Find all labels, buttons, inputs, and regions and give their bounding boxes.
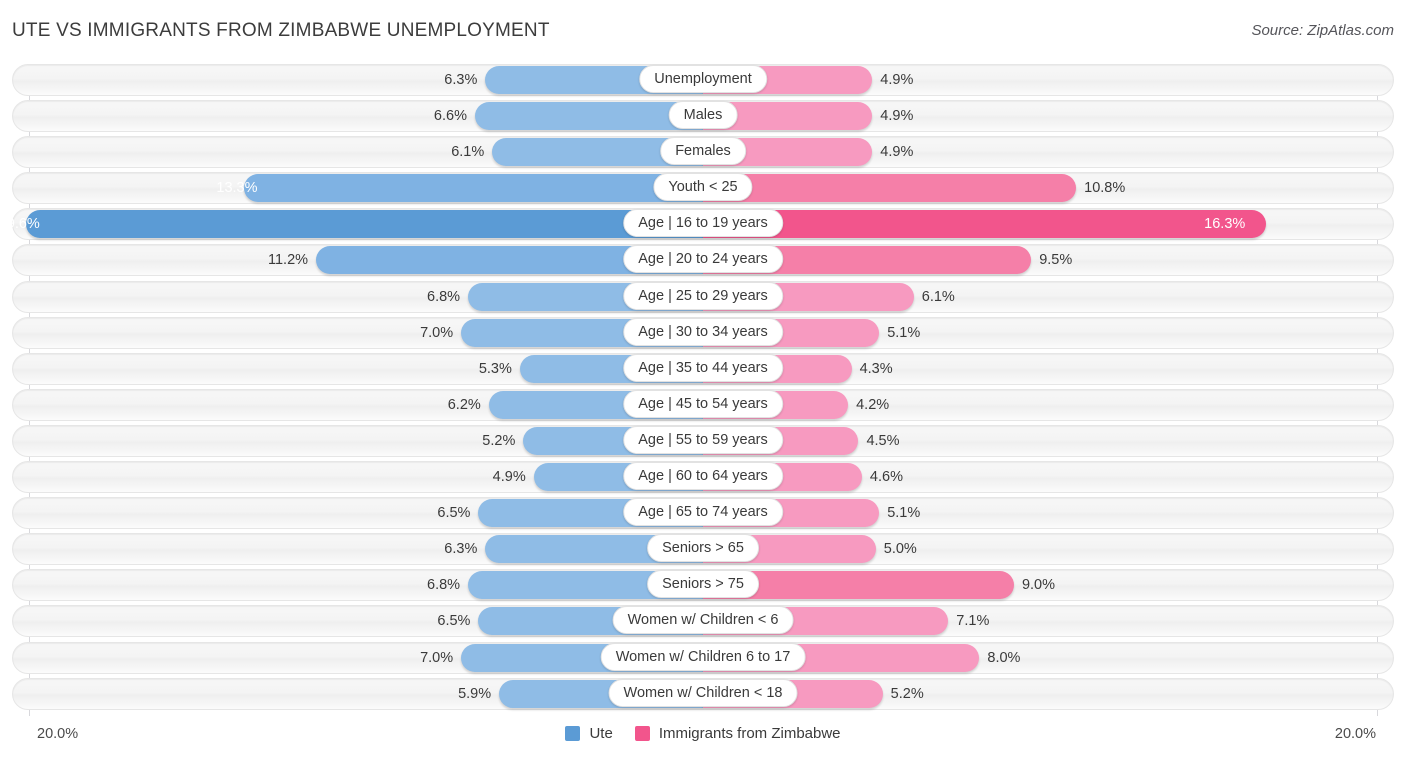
value-label-ute: 6.5%	[437, 607, 470, 635]
value-label-immigrants: 9.0%	[1022, 571, 1055, 599]
legend-label: Immigrants from Zimbabwe	[659, 725, 841, 742]
chart-rows: 6.3% 4.9% Unemployment 6.6% 4.9% Males 6.1% 4.9…	[0, 62, 1406, 712]
value-label-immigrants: 4.2%	[856, 391, 889, 419]
diverging-bar-chart: 6.3% 4.9% Unemployment 6.6% 4.9% Males 6.1% 4.9…	[0, 58, 1406, 718]
bar-immigrants-from-zimbabwe[interactable]	[703, 174, 1076, 202]
value-label-ute: 11.2%	[268, 246, 308, 274]
bar-ute[interactable]	[244, 174, 704, 202]
row-category-label: Males	[669, 101, 738, 129]
value-label-ute: 5.2%	[482, 427, 515, 455]
chart-row: 6.5% 5.1% Age | 65 to 74 years	[0, 495, 1406, 531]
value-label-ute: 4.9%	[493, 463, 526, 491]
row-category-label: Age | 25 to 29 years	[623, 282, 783, 310]
chart-row: 5.2% 4.5% Age | 55 to 59 years	[0, 423, 1406, 459]
row-category-label: Unemployment	[639, 65, 767, 93]
row-category-label: Seniors > 75	[647, 570, 759, 598]
row-category-label: Age | 16 to 19 years	[623, 209, 783, 237]
chart-header: UTE VS IMMIGRANTS FROM ZIMBABWE UNEMPLOY…	[0, 0, 1406, 56]
value-label-ute: 6.1%	[451, 138, 484, 166]
chart-row: 6.1% 4.9% Females	[0, 134, 1406, 170]
value-label-ute: 5.3%	[479, 355, 512, 383]
row-category-label: Age | 35 to 44 years	[623, 354, 783, 382]
value-label-ute: 13.3%	[216, 174, 257, 202]
source-attribution: Source: ZipAtlas.com	[1251, 22, 1394, 39]
value-label-immigrants: 9.5%	[1039, 246, 1072, 274]
value-label-immigrants: 6.1%	[922, 283, 955, 311]
value-label-immigrants: 7.1%	[956, 607, 989, 635]
value-label-ute: 19.6%	[0, 210, 40, 238]
chart-footer: 20.0% 20.0% UteImmigrants from Zimbabwe	[0, 718, 1406, 757]
legend-label: Ute	[589, 725, 612, 742]
row-category-label: Seniors > 65	[647, 534, 759, 562]
chart-row: 6.3% 4.9% Unemployment	[0, 62, 1406, 98]
value-label-ute: 6.6%	[434, 102, 467, 130]
chart-row: 6.8% 6.1% Age | 25 to 29 years	[0, 279, 1406, 315]
chart-row: 7.0% 5.1% Age | 30 to 34 years	[0, 315, 1406, 351]
bar-ute[interactable]	[26, 210, 703, 238]
chart-row: 6.8% 9.0% Seniors > 75	[0, 567, 1406, 603]
chart-row: 6.3% 5.0% Seniors > 65	[0, 531, 1406, 567]
row-category-label: Age | 30 to 34 years	[623, 318, 783, 346]
value-label-immigrants: 4.5%	[866, 427, 899, 455]
value-label-ute: 6.3%	[444, 535, 477, 563]
value-label-immigrants: 4.9%	[880, 102, 913, 130]
chart-row: 6.5% 7.1% Women w/ Children < 6	[0, 603, 1406, 639]
value-label-immigrants: 4.9%	[880, 138, 913, 166]
value-label-immigrants: 4.6%	[870, 463, 903, 491]
value-label-immigrants: 8.0%	[987, 644, 1020, 672]
value-label-ute: 6.8%	[427, 283, 460, 311]
value-label-ute: 5.9%	[458, 680, 491, 708]
value-label-immigrants: 5.2%	[891, 680, 924, 708]
legend-item[interactable]: Ute	[565, 725, 612, 742]
row-category-label: Women w/ Children 6 to 17	[601, 643, 806, 671]
row-category-label: Age | 60 to 64 years	[623, 462, 783, 490]
legend-item[interactable]: Immigrants from Zimbabwe	[635, 725, 841, 742]
value-label-immigrants: 5.0%	[884, 535, 917, 563]
chart-row: 6.6% 4.9% Males	[0, 98, 1406, 134]
row-category-label: Age | 20 to 24 years	[623, 245, 783, 273]
chart-row: 19.6% 16.3% Age | 16 to 19 years	[0, 206, 1406, 242]
row-category-label: Youth < 25	[653, 173, 752, 201]
value-label-immigrants: 10.8%	[1084, 174, 1125, 202]
value-label-ute: 6.2%	[448, 391, 481, 419]
legend-swatch-icon	[565, 726, 580, 741]
chart-row: 5.9% 5.2% Women w/ Children < 18	[0, 676, 1406, 712]
row-category-label: Women w/ Children < 6	[613, 606, 794, 634]
value-label-ute: 6.5%	[437, 499, 470, 527]
value-label-immigrants: 4.3%	[860, 355, 893, 383]
value-label-immigrants: 5.1%	[887, 319, 920, 347]
chart-row: 13.3% 10.8% Youth < 25	[0, 170, 1406, 206]
row-category-label: Age | 45 to 54 years	[623, 390, 783, 418]
row-category-label: Age | 65 to 74 years	[623, 498, 783, 526]
bar-immigrants-from-zimbabwe[interactable]	[703, 210, 1266, 238]
row-category-label: Age | 55 to 59 years	[623, 426, 783, 454]
row-category-label: Women w/ Children < 18	[609, 679, 798, 707]
chart-row: 4.9% 4.6% Age | 60 to 64 years	[0, 459, 1406, 495]
chart-row: 5.3% 4.3% Age | 35 to 44 years	[0, 351, 1406, 387]
value-label-immigrants: 4.9%	[880, 66, 913, 94]
value-label-ute: 6.3%	[444, 66, 477, 94]
chart-row: 11.2% 9.5% Age | 20 to 24 years	[0, 242, 1406, 278]
page-title: UTE VS IMMIGRANTS FROM ZIMBABWE UNEMPLOY…	[12, 20, 550, 42]
value-label-ute: 7.0%	[420, 319, 453, 347]
value-label-immigrants: 5.1%	[887, 499, 920, 527]
value-label-ute: 7.0%	[420, 644, 453, 672]
value-label-immigrants: 16.3%	[1204, 210, 1245, 238]
chart-legend: Ute Immigrants from Zimbabwe	[0, 725, 1406, 742]
chart-row: 7.0% 8.0% Women w/ Children 6 to 17	[0, 640, 1406, 676]
row-category-label: Females	[660, 137, 746, 165]
legend-swatch-icon	[635, 726, 650, 741]
value-label-ute: 6.8%	[427, 571, 460, 599]
chart-row: 6.2% 4.2% Age | 45 to 54 years	[0, 387, 1406, 423]
